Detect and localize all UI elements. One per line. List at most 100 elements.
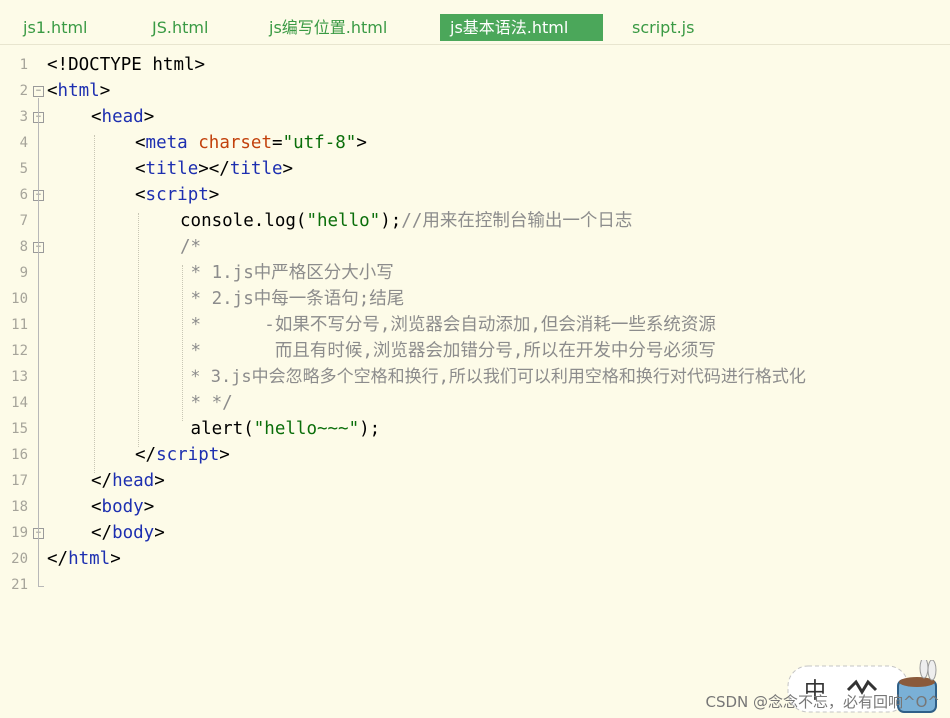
comment: * 2.js中每一条语句;结尾 <box>180 289 405 309</box>
tab-js1-html[interactable]: js1.html <box>13 14 98 41</box>
bracket: > <box>99 81 111 101</box>
code-text: ); <box>380 211 402 231</box>
line-number: 5 <box>19 161 28 177</box>
code-line-16: </script> <box>135 442 230 468</box>
line-number: 20 <box>11 551 28 567</box>
fold-toggle-icon[interactable]: − <box>33 86 44 97</box>
line-number: 14 <box>11 395 28 411</box>
tag-name: script <box>145 185 209 205</box>
code-line-5: <title></title> <box>135 156 293 182</box>
doctype: !DOCTYPE html <box>57 55 195 75</box>
line-number: 15 <box>11 421 28 437</box>
attr-value: "utf-8" <box>282 133 357 153</box>
tag-name: html <box>68 549 111 569</box>
indent-guide <box>94 135 95 473</box>
comment: /* <box>180 237 202 257</box>
bracket: < <box>135 159 146 179</box>
tag-name: head <box>101 107 144 127</box>
bracket: </ <box>91 523 113 543</box>
line-number: 10 <box>11 291 28 307</box>
comment: * 而且有时候,浏览器会加错分号,所以在开发中分号必须写 <box>180 341 716 361</box>
comment: * 1.js中严格区分大小写 <box>180 263 394 283</box>
tab-js-html[interactable]: JS.html <box>142 14 218 41</box>
csdn-watermark: CSDN @念念不忘，必有回响^O^ <box>705 693 940 711</box>
bracket: < <box>91 107 102 127</box>
line-number: 12 <box>11 343 28 359</box>
bracket: > <box>194 55 206 75</box>
bracket: < <box>91 497 102 517</box>
line-number: 1 <box>19 57 28 73</box>
code-line-1: <!DOCTYPE html> <box>47 52 205 78</box>
bracket: > <box>154 471 165 491</box>
code-line-13: * 3.js中会忽略多个空格和换行,所以我们可以利用空格和换行对代码进行格式化 <box>180 364 806 390</box>
comment: //用来在控制台输出一个日志 <box>401 211 633 231</box>
bracket: ></ <box>198 159 230 179</box>
fold-line <box>38 98 39 586</box>
code-line-8: /* <box>180 234 201 260</box>
code-editor[interactable]: 1 2 3 4 5 6 7 8 9 10 11 12 13 14 15 16 1… <box>0 52 950 612</box>
tag-name: script <box>156 445 220 465</box>
bracket: > <box>143 497 155 517</box>
bracket: > <box>143 107 155 127</box>
comment: * 3.js中会忽略多个空格和换行,所以我们可以利用空格和换行对代码进行格式化 <box>180 367 806 387</box>
line-number: 19 <box>11 525 28 541</box>
bracket: > <box>219 445 230 465</box>
line-number: 3 <box>19 109 28 125</box>
line-number: 8 <box>19 239 28 255</box>
tag-name: html <box>57 81 100 101</box>
bracket: < <box>135 133 146 153</box>
line-number: 7 <box>19 213 28 229</box>
bracket: </ <box>47 549 69 569</box>
line-number: 2 <box>19 83 28 99</box>
string: "hello" <box>306 211 381 231</box>
line-number: 16 <box>11 447 28 463</box>
tab-js-position-html[interactable]: js编写位置.html <box>259 14 397 41</box>
code-text: console.log( <box>180 211 307 231</box>
code-line-9: * 1.js中严格区分大小写 <box>180 260 394 286</box>
bracket: > <box>154 523 165 543</box>
tag-name: body <box>112 523 155 543</box>
bracket: </ <box>135 445 157 465</box>
line-number: 9 <box>19 265 28 281</box>
tab-bar: js1.html JS.html js编写位置.html js基本语法.html… <box>0 0 950 45</box>
tag-name: title <box>229 159 283 179</box>
tab-script-js[interactable]: script.js <box>622 14 704 41</box>
bracket: > <box>356 133 367 153</box>
code-line-18: <body> <box>91 494 154 520</box>
code-line-15: alert("hello~~~"); <box>180 416 381 442</box>
code-line-4: <meta charset="utf-8"> <box>135 130 367 156</box>
fold-end <box>38 586 44 587</box>
comment: * */ <box>180 393 233 413</box>
line-number: 21 <box>11 577 28 593</box>
bracket: < <box>135 185 146 205</box>
code-line-11: * -如果不写分号,浏览器会自动添加,但会消耗一些系统资源 <box>180 312 716 338</box>
code-line-2: <html> <box>47 78 110 104</box>
attr-name: charset <box>198 133 273 153</box>
code-line-10: * 2.js中每一条语句;结尾 <box>180 286 405 312</box>
code-line-6: <script> <box>135 182 219 208</box>
indent-guide <box>138 213 139 447</box>
code-line-20: </html> <box>47 546 121 572</box>
code-line-14: * */ <box>180 390 233 416</box>
line-number: 18 <box>11 499 28 515</box>
bracket: </ <box>91 471 113 491</box>
code-line-3: <head> <box>91 104 154 130</box>
comment: * -如果不写分号,浏览器会自动添加,但会消耗一些系统资源 <box>180 315 716 335</box>
code-line-7: console.log("hello");//用来在控制台输出一个日志 <box>180 208 632 234</box>
code-line-17: </head> <box>91 468 165 494</box>
line-number: 4 <box>19 135 28 151</box>
line-number: 13 <box>11 369 28 385</box>
code-line-12: * 而且有时候,浏览器会加错分号,所以在开发中分号必须写 <box>180 338 716 364</box>
line-number: 17 <box>11 473 28 489</box>
tag-name: title <box>145 159 199 179</box>
tag-name: body <box>101 497 144 517</box>
bracket: < <box>47 81 58 101</box>
bracket: > <box>208 185 220 205</box>
line-number: 11 <box>11 317 28 333</box>
tab-js-basic-syntax-html[interactable]: js基本语法.html <box>440 14 603 41</box>
code-line-19: </body> <box>91 520 165 546</box>
bracket: > <box>110 549 121 569</box>
tag-name: meta <box>145 133 188 153</box>
code-text: ); <box>359 419 381 439</box>
equals: = <box>272 133 283 153</box>
